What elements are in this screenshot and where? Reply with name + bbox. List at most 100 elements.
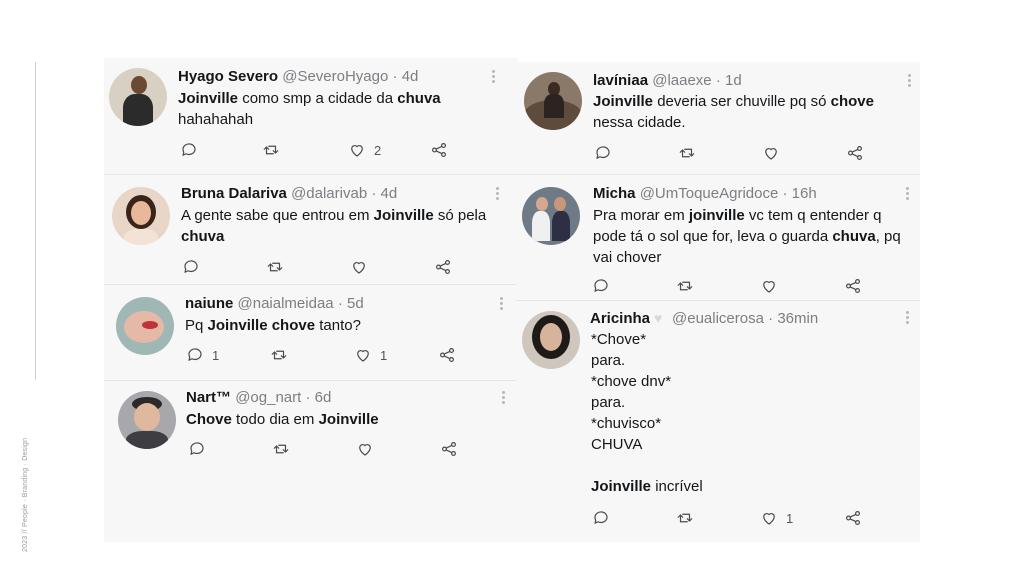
timestamp[interactable]: 4d xyxy=(381,185,398,202)
avatar[interactable] xyxy=(112,187,170,245)
timestamp[interactable]: 4d xyxy=(402,68,419,85)
separator: · xyxy=(768,310,774,327)
retweet-icon xyxy=(267,262,283,272)
retweet-button[interactable] xyxy=(676,276,694,296)
author-handle[interactable]: @SeveroHyago xyxy=(282,68,388,85)
avatar[interactable] xyxy=(524,72,582,130)
like-button[interactable] xyxy=(760,276,778,296)
author-handle[interactable]: @og_nart xyxy=(235,389,301,406)
share-icon xyxy=(440,348,454,362)
author-name[interactable]: naiune xyxy=(185,295,233,312)
tweet-card[interactable]: Nart™ @og_nart · 6d Chove todo dia em Jo… xyxy=(104,380,518,542)
author-handle[interactable]: @UmToqueAgridoce xyxy=(640,185,779,202)
author-name[interactable]: Aricinha xyxy=(590,310,650,327)
author-handle[interactable]: @naialmeidaa xyxy=(238,295,334,312)
reply-button[interactable] xyxy=(180,140,198,160)
tweet-text: Pra morar em joinville vc tem q entender… xyxy=(593,207,901,266)
author-handle[interactable]: @dalarivab xyxy=(291,185,367,202)
heart-icon xyxy=(765,148,777,160)
more-options-icon[interactable] xyxy=(496,187,500,201)
author-name[interactable]: lavíniaa xyxy=(593,72,648,89)
more-options-icon[interactable] xyxy=(492,70,496,84)
reply-count: 1 xyxy=(212,347,220,363)
like-button[interactable]: 2 xyxy=(348,140,381,160)
side-rule xyxy=(35,62,36,380)
like-button[interactable] xyxy=(762,143,780,163)
avatar[interactable] xyxy=(116,297,174,355)
like-button[interactable]: 1 xyxy=(760,508,793,528)
reply-button[interactable] xyxy=(188,439,206,459)
author-name[interactable]: Hyago Severo xyxy=(178,68,278,85)
tweet-column-right: lavíniaa @laaexe · 1d Joinville deveria … xyxy=(516,62,920,542)
retweet-icon xyxy=(677,513,693,523)
share-button[interactable] xyxy=(844,508,862,528)
separator: · xyxy=(782,185,788,202)
author-name[interactable]: Micha xyxy=(593,185,636,202)
tweet-card[interactable]: Hyago Severo @SeveroHyago · 4d Joinville… xyxy=(104,58,518,174)
author-handle[interactable]: @eualicerosa xyxy=(672,310,764,327)
more-options-icon[interactable] xyxy=(500,297,504,311)
timestamp[interactable]: 6d xyxy=(315,389,332,406)
retweet-icon xyxy=(677,281,693,291)
footer-caption: 2023 // People · Branding · Design xyxy=(22,437,29,552)
reply-button[interactable] xyxy=(594,143,612,163)
share-button[interactable] xyxy=(846,143,864,163)
reply-icon xyxy=(594,511,608,524)
author-name[interactable]: Nart™ xyxy=(186,389,231,406)
reply-icon xyxy=(188,348,202,361)
like-button[interactable]: 1 xyxy=(354,345,387,365)
avatar[interactable] xyxy=(118,391,176,449)
tweet-card[interactable]: naiune @naialmeidaa · 5d Pq Joinville ch… xyxy=(104,284,518,380)
heart-icon xyxy=(353,262,365,274)
retweet-button[interactable] xyxy=(676,508,694,528)
retweet-button[interactable] xyxy=(678,143,696,163)
reply-icon xyxy=(596,146,610,159)
like-button[interactable] xyxy=(356,439,374,459)
timestamp[interactable]: 5d xyxy=(347,295,364,312)
share-button[interactable] xyxy=(440,439,458,459)
retweet-button[interactable] xyxy=(266,257,284,277)
retweet-button[interactable] xyxy=(272,439,290,459)
more-options-icon[interactable] xyxy=(502,391,506,405)
avatar[interactable] xyxy=(522,187,580,245)
reply-button[interactable]: 1 xyxy=(186,345,219,365)
timestamp[interactable]: 1d xyxy=(725,72,742,89)
white-heart-icon: ♥ xyxy=(654,310,663,326)
more-options-icon[interactable] xyxy=(908,74,912,88)
share-icon xyxy=(848,146,862,160)
reply-icon xyxy=(182,143,196,156)
reply-button[interactable] xyxy=(592,508,610,528)
author-name[interactable]: Bruna Dalariva xyxy=(181,185,287,202)
like-count: 1 xyxy=(380,347,388,363)
tweet-card[interactable]: lavíniaa @laaexe · 1d Joinville deveria … xyxy=(516,62,920,174)
tweet-card[interactable]: Micha @UmToqueAgridoce · 16h Pra morar e… xyxy=(516,174,920,300)
tweet-card[interactable]: Aricinha ♥ @eualicerosa · 36min *Chove* pa… xyxy=(516,300,920,542)
share-button[interactable] xyxy=(430,140,448,160)
share-icon xyxy=(846,511,860,525)
reply-button[interactable] xyxy=(592,276,610,296)
like-button[interactable] xyxy=(350,257,368,277)
avatar[interactable] xyxy=(522,311,580,369)
more-options-icon[interactable] xyxy=(906,187,910,201)
heart-icon xyxy=(359,444,371,456)
retweet-button[interactable] xyxy=(270,345,288,365)
share-button[interactable] xyxy=(434,257,452,277)
share-button[interactable] xyxy=(844,276,862,296)
more-options-icon[interactable] xyxy=(906,311,910,325)
timestamp[interactable]: 16h xyxy=(792,185,817,202)
tweet-card[interactable]: Bruna Dalariva @dalarivab · 4d A gente s… xyxy=(104,174,518,284)
avatar[interactable] xyxy=(109,68,167,126)
reply-button[interactable] xyxy=(182,257,200,277)
separator: · xyxy=(392,68,398,85)
retweet-icon xyxy=(263,145,279,155)
share-icon xyxy=(846,279,860,293)
separator: · xyxy=(715,72,721,89)
heart-icon xyxy=(351,145,363,157)
tweet-text: Joinville deveria ser chuville pq só cho… xyxy=(593,93,874,131)
heart-icon xyxy=(357,350,369,362)
retweet-button[interactable] xyxy=(262,140,280,160)
share-button[interactable] xyxy=(438,345,456,365)
author-handle[interactable]: @laaexe xyxy=(652,72,711,89)
retweet-icon xyxy=(679,148,695,158)
timestamp[interactable]: 36min xyxy=(777,310,818,327)
